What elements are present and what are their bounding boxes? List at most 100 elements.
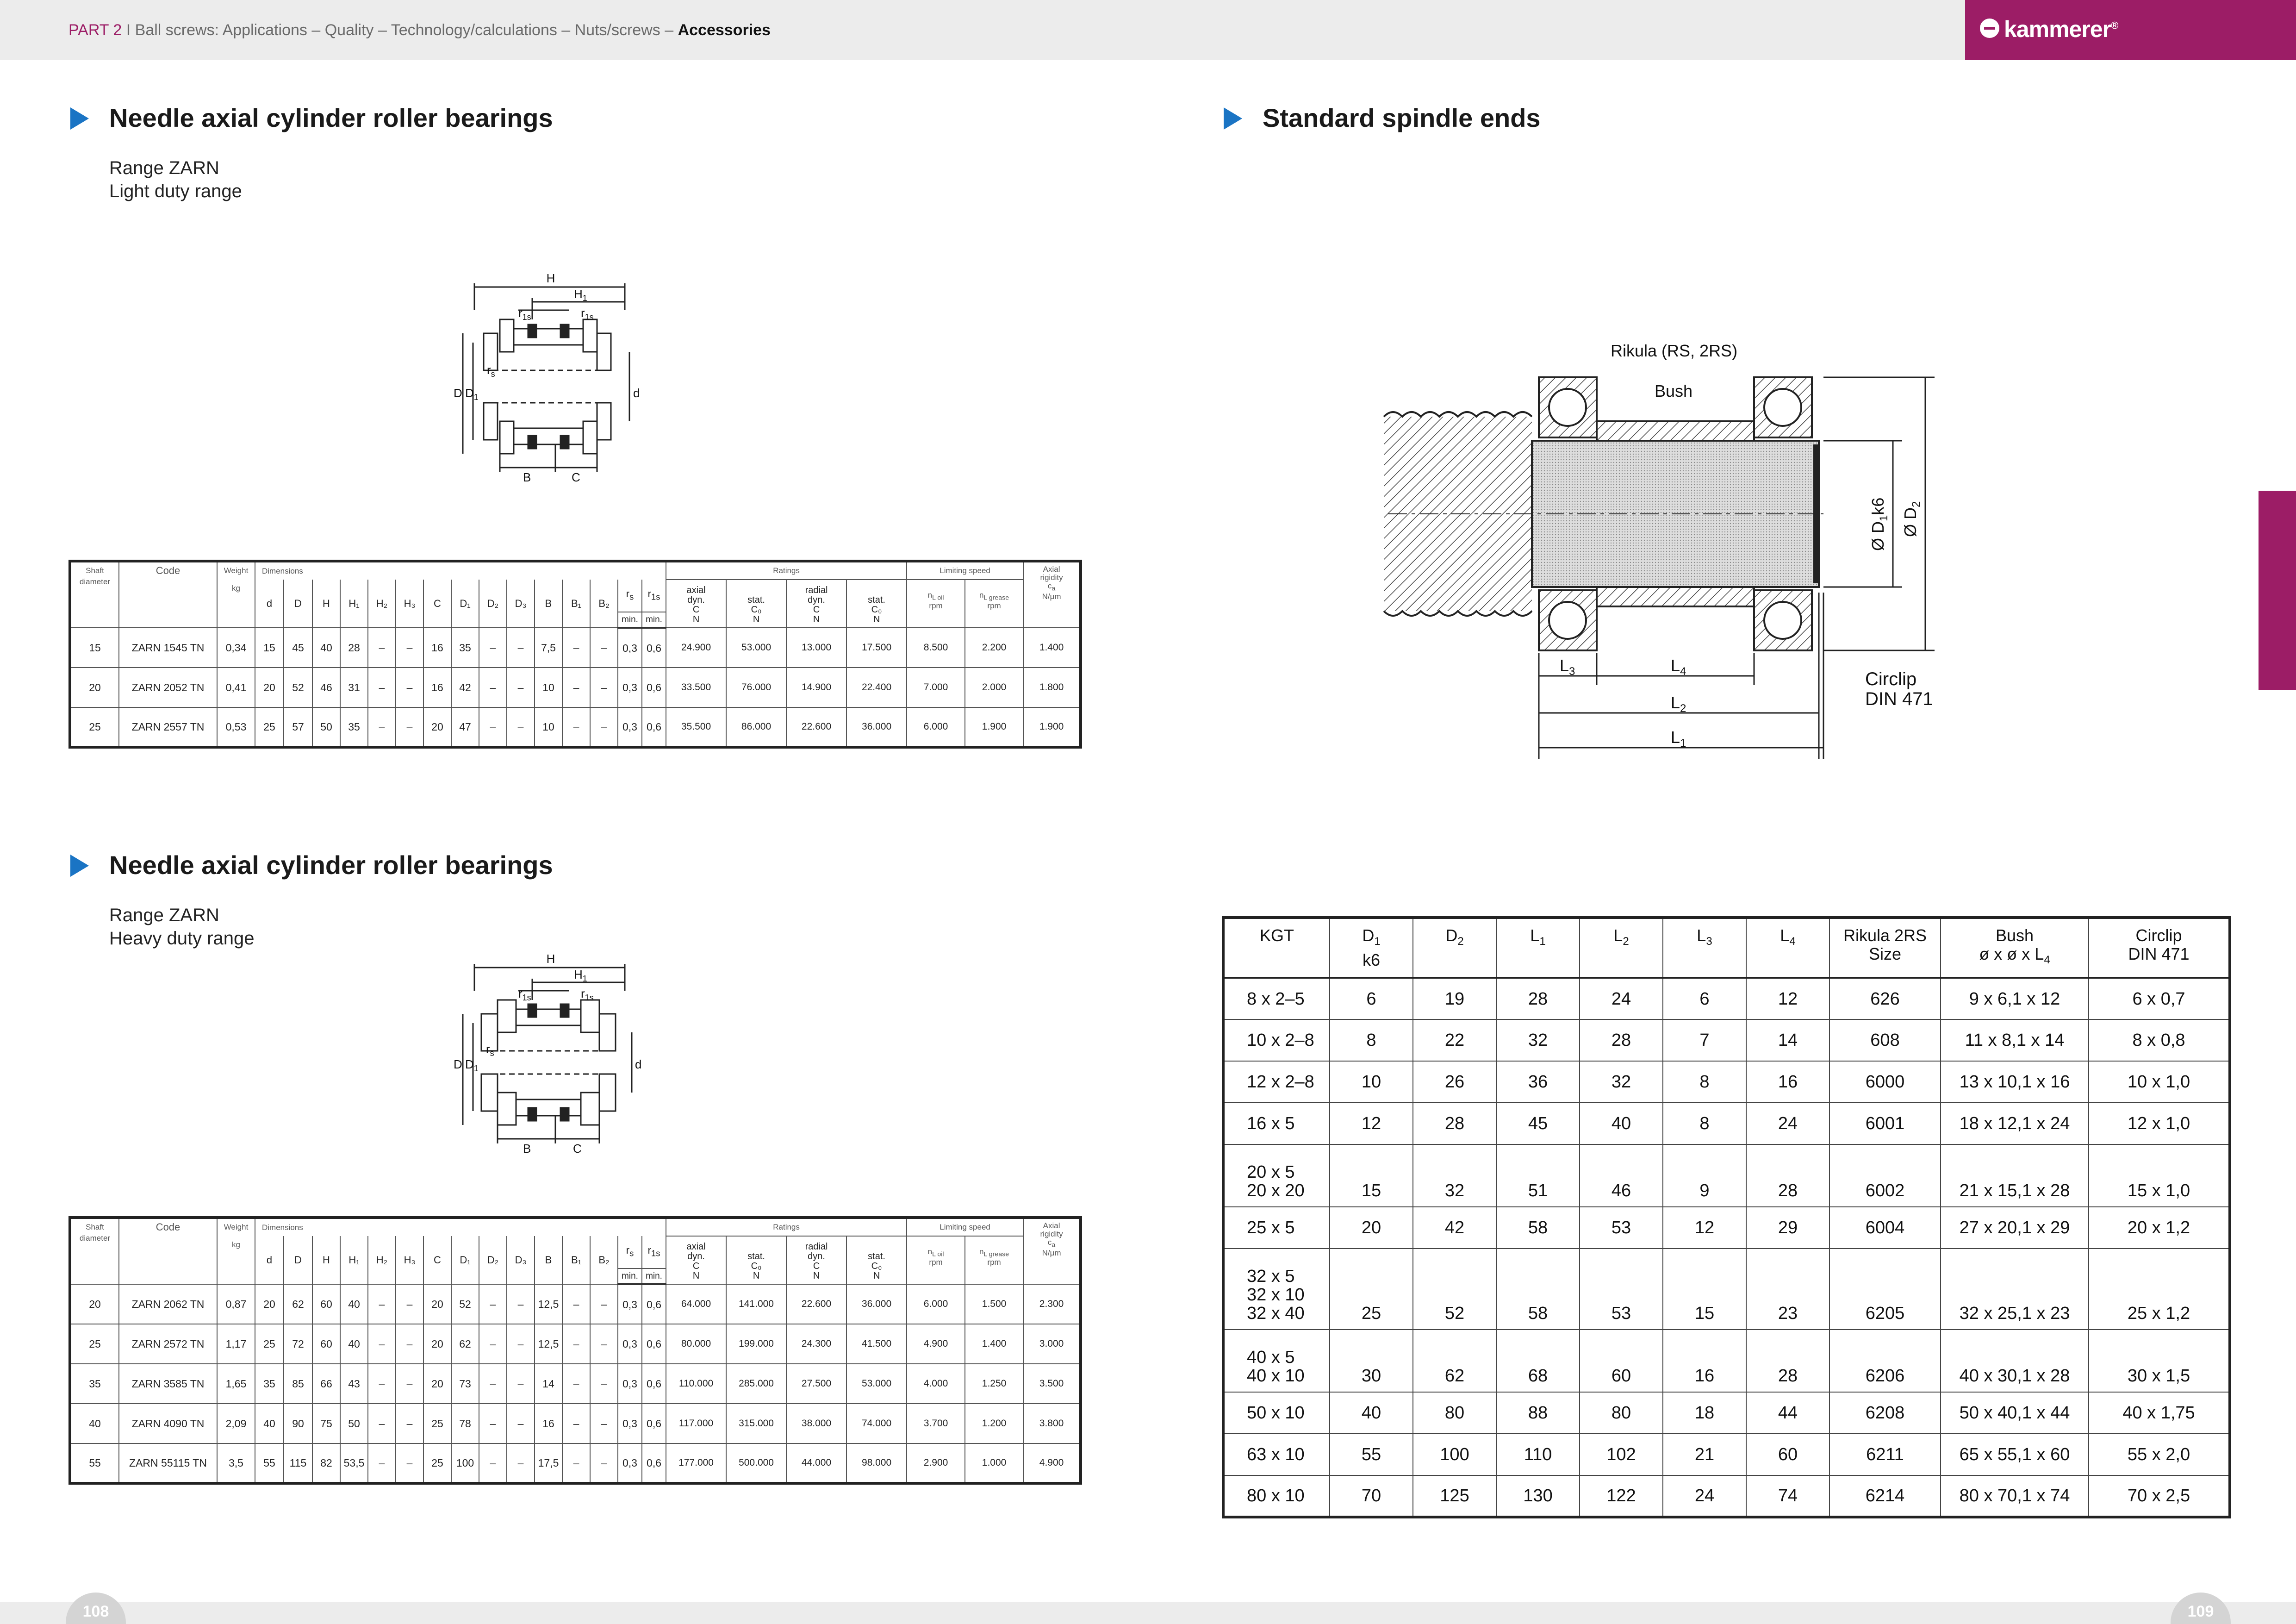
table-cell: 315.000 <box>726 1403 787 1444</box>
footer-bar <box>0 1602 2296 1624</box>
table-cell: 0,3 <box>617 707 642 748</box>
kammerer-logo: kammerer® <box>1965 0 2296 60</box>
table-cell: 0,6 <box>641 707 667 748</box>
label-rikula: Rikula (RS, 2RS) <box>1611 341 1737 360</box>
light-table-head: Shaft diameter Code Weight kg Dimensions Ratin… <box>69 561 1082 629</box>
breadcrumb-part[interactable]: PART 2 <box>68 21 122 39</box>
light-range-label: Range ZARN <box>109 158 219 178</box>
col-dim: r1s <box>641 580 667 612</box>
table-cell: 177.000 <box>666 1443 727 1484</box>
table-cell: – <box>367 1403 396 1444</box>
col-dim: B₂ <box>590 1236 618 1285</box>
table-cell: – <box>367 1363 396 1404</box>
table-cell: – <box>590 1284 618 1324</box>
kgt-cell: 25 x 5 <box>1223 1206 1330 1249</box>
table-cell: 66 <box>312 1363 341 1404</box>
table-row: 35 ZARN 3585 TN 1,65 35 85 66 43– –20 73– –14– –0,… <box>69 1363 1082 1404</box>
table-cell: 11 x 8,1 x 14 <box>1940 1019 2089 1062</box>
table-cell: 17,5 <box>534 1443 563 1484</box>
table-cell: 20 <box>255 667 284 708</box>
col-weight: Weight kg <box>217 1217 255 1285</box>
table-cell: 1.250 <box>964 1363 1024 1404</box>
col-weight: Weight kg <box>217 561 255 628</box>
table-cell: 130 <box>1496 1475 1580 1518</box>
section-title-spindle: Standard spindle ends <box>1263 103 1541 132</box>
table-cell: 0,6 <box>641 627 667 668</box>
table-row: 16 x 5 12 28 45 40 8 24 6001 18 x 12,1 x 24 12 x … <box>1223 1102 2230 1145</box>
table-cell: 10 <box>1329 1061 1413 1103</box>
col-group-dimensions: Dimensions <box>254 1217 667 1236</box>
table-cell: 24 <box>1579 977 1663 1020</box>
table-cell: – <box>479 1403 507 1444</box>
table-cell: 20 <box>423 1284 452 1324</box>
table-cell: 70 <box>1329 1475 1413 1518</box>
table-cell: 12 <box>1662 1206 1747 1249</box>
table-cell: 1.900 <box>964 707 1024 748</box>
table-cell: 25 <box>69 1324 119 1364</box>
table-cell: – <box>479 667 507 708</box>
table-cell: 6 x 0,7 <box>2088 977 2230 1020</box>
table-cell: 14.900 <box>786 667 847 708</box>
page-number-left: 108 <box>66 1593 126 1624</box>
table-cell: 36 <box>1496 1061 1580 1103</box>
table-cell: 22.400 <box>846 667 908 708</box>
col-dim: d <box>255 1236 284 1285</box>
table-cell: 9 <box>1662 1144 1747 1207</box>
table-cell: 38.000 <box>786 1403 847 1444</box>
table-cell: 12,5 <box>534 1324 563 1364</box>
col-speed-grease: nL grease rpm <box>964 1236 1024 1285</box>
kgt-cell: 12 x 2–8 <box>1223 1061 1330 1103</box>
table-cell: 32 <box>1412 1144 1497 1207</box>
table-cell: ZARN 55115 TN <box>118 1443 218 1484</box>
table-cell: 1.900 <box>1023 707 1082 748</box>
col-min: min. <box>641 1268 667 1285</box>
col-l2: L2 <box>1579 917 1663 979</box>
table-cell: 6.000 <box>906 1284 966 1324</box>
table-cell: – <box>395 1363 424 1404</box>
kgt-cell: 40 x 5 40 x 10 <box>1223 1329 1330 1393</box>
table-cell: 8 x 0,8 <box>2088 1019 2230 1062</box>
table-cell: 40 <box>312 627 341 668</box>
table-cell: ZARN 2052 TN <box>118 667 218 708</box>
table-row: 50 x 10 40 80 88 80 18 44 6208 50 x 40,1 x 44 40 … <box>1223 1392 2230 1434</box>
table-cell: ZARN 4090 TN <box>118 1403 218 1444</box>
table-cell: – <box>562 707 591 748</box>
kgt-cell: 80 x 10 <box>1223 1475 1330 1518</box>
table-cell: 16 <box>534 1403 563 1444</box>
section-bullet-icon <box>1224 107 1242 130</box>
col-rating-stat1: stat. C₀ N <box>726 579 787 628</box>
dim-label-c: C <box>573 1142 582 1156</box>
table-cell: 51 <box>1496 1144 1580 1207</box>
col-dim: d <box>255 580 284 628</box>
col-circlip: Circlip DIN 471 <box>2088 917 2230 979</box>
col-speed-noil: nL oil rpm <box>906 1236 966 1285</box>
table-cell: – <box>590 1403 618 1444</box>
dim-label-h: H <box>547 954 555 966</box>
table-cell: 7 <box>1662 1019 1747 1062</box>
table-cell: 2.900 <box>906 1443 966 1484</box>
table-cell: 28 <box>1746 1144 1830 1207</box>
table-cell: 40 <box>1329 1392 1413 1434</box>
table-cell: 0,6 <box>641 1443 667 1484</box>
col-min: min. <box>641 612 667 629</box>
table-cell: 6001 <box>1829 1102 1941 1145</box>
col-dim: D <box>283 580 313 628</box>
col-dim: D₃ <box>506 580 535 628</box>
table-cell: 35 <box>451 627 479 668</box>
table-cell: – <box>590 667 618 708</box>
dim-label-d-bore: d <box>635 1057 641 1071</box>
table-cell: – <box>395 1443 424 1484</box>
table-cell: 0,3 <box>617 1363 642 1404</box>
table-row: 32 x 5 32 x 10 32 x 40 25 52 58 53 15 23 6205 32 x… <box>1223 1248 2230 1330</box>
table-cell: – <box>367 1324 396 1364</box>
table-cell: 18 x 12,1 x 24 <box>1940 1102 2089 1145</box>
breadcrumb-separator: I <box>126 21 131 39</box>
table-cell: 3.800 <box>1023 1403 1082 1444</box>
table-cell: 32 x 25,1 x 23 <box>1940 1248 2089 1330</box>
table-cell: 125 <box>1412 1475 1497 1518</box>
table-cell: 17.500 <box>846 627 908 668</box>
page-number-right: 109 <box>2171 1593 2231 1624</box>
table-cell: 1.500 <box>964 1284 1024 1324</box>
table-cell: 70 x 2,5 <box>2088 1475 2230 1518</box>
table-header-row: KGT D1 k6 D2 L1 L2 L3 L4 Rikula 2RS Size Bush ø x ø… <box>1223 917 2230 979</box>
